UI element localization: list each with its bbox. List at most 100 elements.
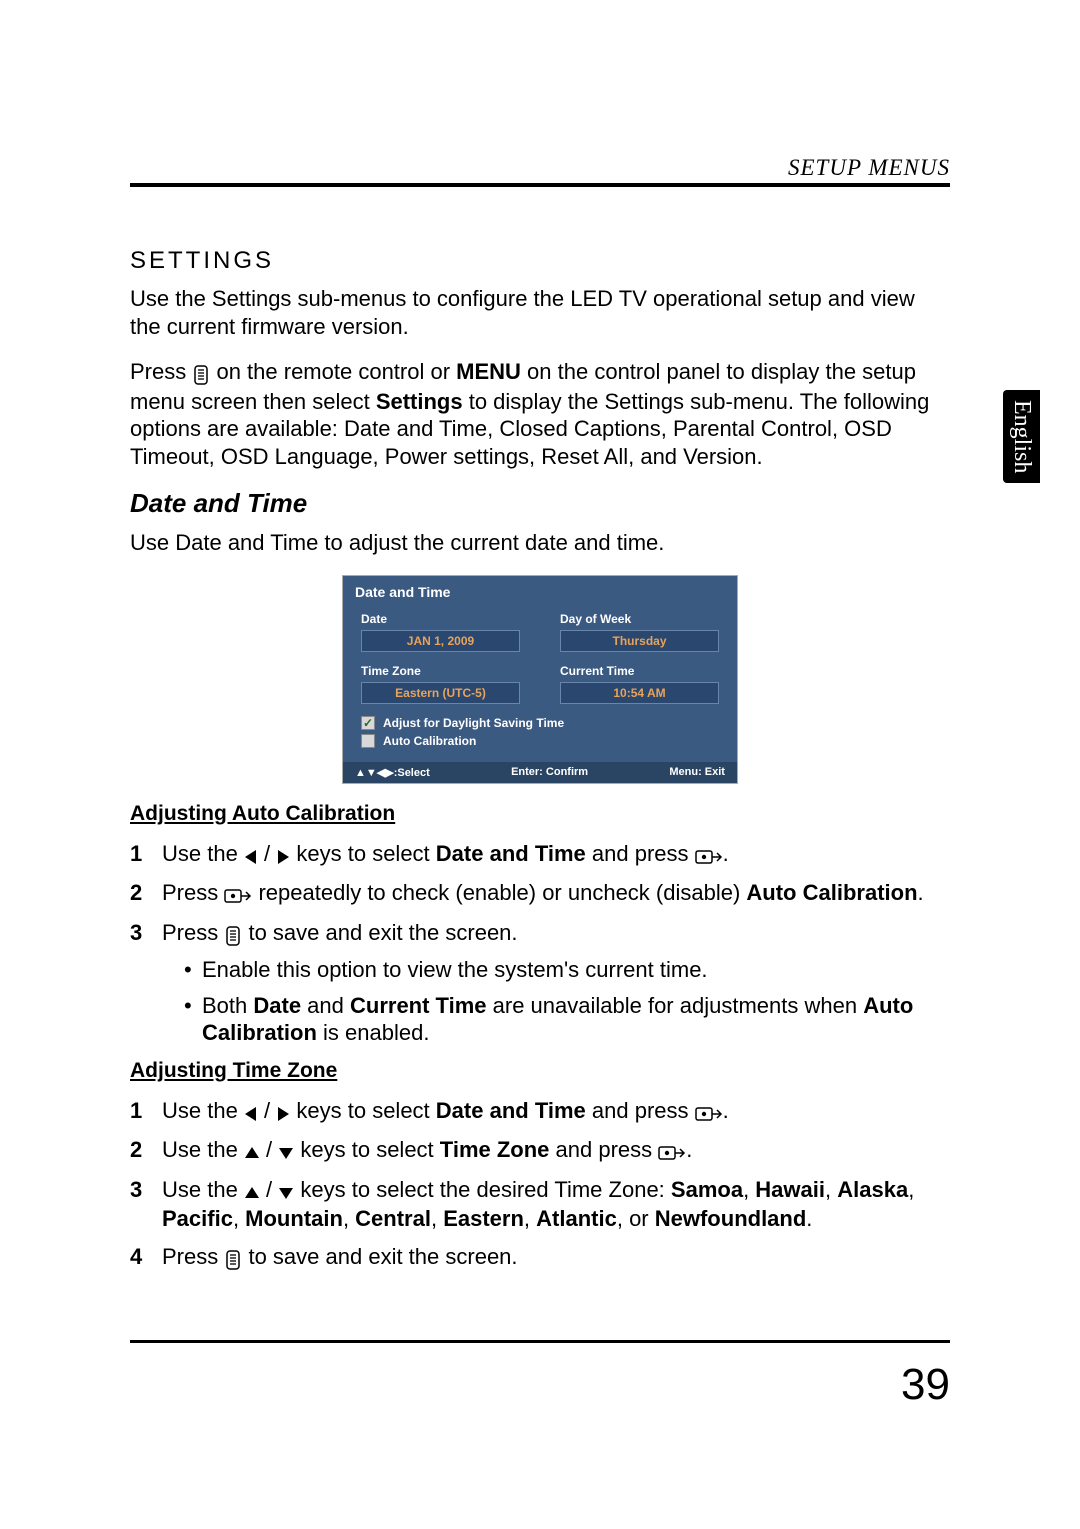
zone: Alaska	[837, 1177, 908, 1202]
date-time-heading: Date and Time	[130, 488, 950, 519]
text: keys to select	[290, 1098, 436, 1123]
list-item: Use the / keys to select Date and Time a…	[130, 840, 950, 870]
period: .	[723, 1098, 729, 1123]
zone: Atlantic	[536, 1206, 617, 1231]
auto-cal-steps: Use the / keys to select Date and Time a…	[130, 840, 950, 1047]
osd-footer-select: ▲▼◀▶:Select	[355, 766, 430, 779]
zone: Samoa	[671, 1177, 743, 1202]
triangle-right-icon	[276, 1099, 290, 1127]
comma: ,	[233, 1206, 245, 1231]
triangle-down-icon	[278, 1178, 294, 1206]
list-item: Press to save and exit the screen.	[130, 1243, 950, 1273]
text: Use the	[162, 1098, 244, 1123]
text-bold: Current Time	[350, 993, 487, 1018]
zone: Mountain	[245, 1206, 343, 1231]
date-time-intro: Use Date and Time to adjust the current …	[130, 529, 950, 557]
slash: /	[258, 841, 276, 866]
text: repeatedly to check (enable) or uncheck …	[252, 880, 746, 905]
osd-tz-field[interactable]: Eastern (UTC-5)	[361, 682, 520, 704]
triangle-left-icon	[244, 842, 258, 870]
zone: Pacific	[162, 1206, 233, 1231]
osd-footer-menu: Menu: Exit	[669, 766, 725, 779]
menu-icon	[224, 921, 242, 949]
text: to save and exit the screen.	[242, 920, 517, 945]
text: and press	[549, 1137, 658, 1162]
settings-intro: Use the Settings sub-menus to configure …	[130, 285, 950, 340]
comma: ,	[908, 1177, 914, 1202]
osd-ct-label: Current Time	[560, 664, 719, 678]
comma: ,	[825, 1177, 837, 1202]
checkbox-unchecked-icon[interactable]	[361, 734, 375, 748]
osd-auto-label: Auto Calibration	[383, 734, 476, 748]
running-header: SETUP MENUS	[130, 155, 950, 187]
period: .	[686, 1137, 692, 1162]
osd-dow-field[interactable]: Thursday	[560, 630, 719, 652]
text: keys to select	[290, 841, 436, 866]
comma: ,	[343, 1206, 355, 1231]
settings-word: Settings	[376, 389, 463, 414]
menu-icon	[192, 360, 210, 388]
triangle-left-icon	[244, 1099, 258, 1127]
zone: Central	[355, 1206, 431, 1231]
footer-rule	[130, 1340, 950, 1343]
list-item: Enable this option to view the system's …	[184, 956, 950, 984]
osd-footer-enter: Enter: Confirm	[511, 766, 588, 779]
text: Use the	[162, 841, 244, 866]
text: and press	[586, 841, 695, 866]
header-label: SETUP MENUS	[788, 155, 950, 180]
osd-dst-label: Adjust for Daylight Saving Time	[383, 716, 564, 730]
zone: Eastern	[443, 1206, 524, 1231]
comma: ,	[524, 1206, 536, 1231]
osd-auto-row[interactable]: Auto Calibration	[361, 734, 719, 748]
text: and press	[586, 1098, 695, 1123]
text: keys to select the desired Time Zone:	[294, 1177, 671, 1202]
triangle-down-icon	[278, 1138, 294, 1166]
text-bold: Auto Calibration	[746, 880, 917, 905]
text: Press	[162, 1244, 224, 1269]
period: .	[806, 1206, 812, 1231]
text: are unavailable for adjustments when	[487, 993, 864, 1018]
enter-icon	[224, 881, 252, 909]
text: Use the	[162, 1137, 244, 1162]
menu-icon	[224, 1245, 242, 1273]
slash: /	[260, 1177, 278, 1202]
text: , or	[617, 1206, 655, 1231]
text-bold: Time Zone	[440, 1137, 550, 1162]
text: on the remote control or	[210, 359, 456, 384]
osd-dst-row[interactable]: ✓ Adjust for Daylight Saving Time	[361, 716, 719, 730]
triangle-up-icon	[244, 1138, 260, 1166]
settings-title: SETTINGS	[130, 247, 950, 275]
list-item: Use the / keys to select Time Zone and p…	[130, 1136, 950, 1166]
tz-steps: Use the / keys to select Date and Time a…	[130, 1097, 950, 1273]
enter-icon	[695, 842, 723, 870]
text: to save and exit the screen.	[242, 1244, 517, 1269]
settings-press: Press on the remote control or MENU on t…	[130, 358, 950, 470]
text: Use the	[162, 1177, 244, 1202]
period: .	[723, 841, 729, 866]
text: Press	[162, 880, 224, 905]
triangle-right-icon	[276, 842, 290, 870]
text: is enabled.	[317, 1020, 430, 1045]
osd-body: Date JAN 1, 2009 Day of Week Thursday Ti…	[343, 608, 737, 762]
osd-title: Date and Time	[343, 576, 737, 608]
slash: /	[260, 1137, 278, 1162]
enter-icon	[658, 1138, 686, 1166]
text-bold: Date and Time	[436, 841, 586, 866]
osd-tz-label: Time Zone	[361, 664, 520, 678]
text: keys to select	[294, 1137, 440, 1162]
text-bold: Date	[253, 993, 301, 1018]
osd-ct-field[interactable]: 10:54 AM	[560, 682, 719, 704]
text: Press	[130, 359, 192, 384]
auto-cal-bullets: Enable this option to view the system's …	[162, 956, 950, 1047]
text: Press	[162, 920, 224, 945]
osd-date-field[interactable]: JAN 1, 2009	[361, 630, 520, 652]
language-tab: English	[1003, 390, 1040, 483]
osd-date-label: Date	[361, 612, 520, 626]
enter-icon	[695, 1099, 723, 1127]
zone: Newfoundland	[655, 1206, 807, 1231]
page-content: SETUP MENUS SETTINGS Use the Settings su…	[130, 155, 950, 1282]
tz-heading: Adjusting Time Zone	[130, 1059, 950, 1083]
zone: Hawaii	[755, 1177, 825, 1202]
checkbox-checked-icon[interactable]: ✓	[361, 716, 375, 730]
list-item: Press repeatedly to check (enable) or un…	[130, 879, 950, 909]
